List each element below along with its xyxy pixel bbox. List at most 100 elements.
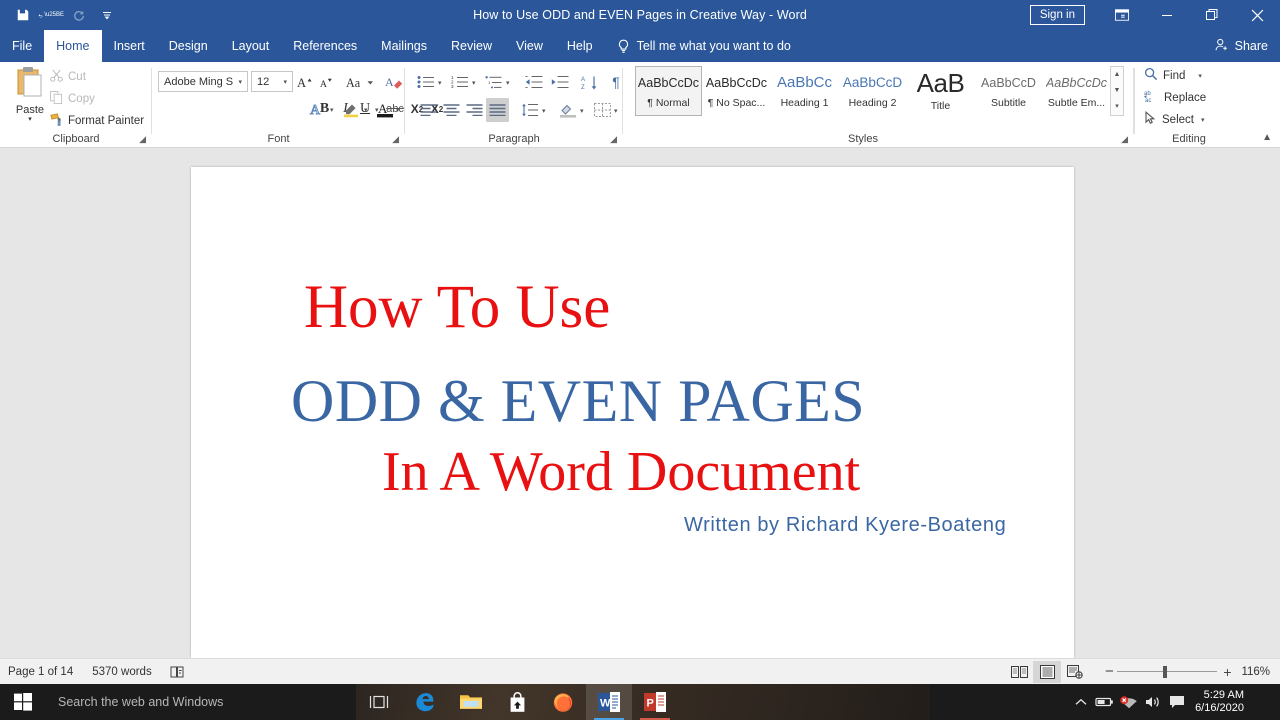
styles-dialog-launcher[interactable]: ◢ — [1121, 135, 1128, 144]
text-effects-icon[interactable]: A — [306, 98, 330, 120]
tab-mailings[interactable]: Mailings — [369, 30, 439, 62]
cut-button[interactable]: Cut — [50, 69, 86, 85]
redo-icon[interactable] — [66, 3, 92, 27]
select-button[interactable]: Select ▾ — [1144, 111, 1204, 128]
zoom-slider-handle[interactable] — [1163, 665, 1168, 678]
align-right-button[interactable] — [463, 99, 485, 121]
microsoft-powerpoint-taskbar-icon[interactable]: P — [632, 684, 678, 720]
styles-scroll-up-icon[interactable]: ▲ — [1114, 67, 1121, 83]
read-mode-view-button[interactable] — [1005, 661, 1033, 683]
numbering-icon[interactable]: 123 — [449, 71, 471, 93]
style-title[interactable]: AaB Title — [907, 66, 974, 116]
styles-scroll-down-icon[interactable]: ▼ — [1114, 83, 1121, 99]
sign-in-button[interactable]: Sign in — [1029, 4, 1085, 26]
web-layout-view-button[interactable] — [1061, 661, 1089, 683]
align-left-button[interactable] — [417, 99, 439, 121]
tab-view[interactable]: View — [504, 30, 555, 62]
style-subtitle[interactable]: AaBbCcD Subtitle — [975, 66, 1042, 116]
shading-icon[interactable] — [557, 99, 579, 121]
tell-me-search[interactable]: Tell me what you want to do — [605, 30, 791, 62]
volume-icon[interactable] — [1141, 684, 1165, 720]
decrease-indent-icon[interactable] — [522, 71, 546, 93]
microsoft-edge-taskbar-icon[interactable] — [402, 684, 448, 720]
zoom-in-button[interactable]: + — [1219, 664, 1235, 680]
font-size-dropdown-caret-icon[interactable]: ▾ — [278, 78, 292, 86]
zoom-level-label[interactable]: 116% — [1241, 666, 1270, 678]
styles-more-icon[interactable]: ▾ — [1115, 99, 1119, 115]
customize-quick-access-toolbar-icon[interactable] — [94, 3, 120, 27]
taskbar-search-input[interactable]: Search the web and Windows — [46, 684, 356, 720]
print-layout-view-button[interactable] — [1033, 660, 1062, 683]
restore-icon[interactable] — [1189, 0, 1234, 30]
firefox-taskbar-icon[interactable] — [540, 684, 586, 720]
styles-gallery-scrollbar[interactable]: ▲ ▼ ▾ — [1110, 66, 1124, 116]
file-explorer-taskbar-icon[interactable] — [448, 684, 494, 720]
font-size-input[interactable]: 12 ▾ — [251, 71, 293, 92]
document-page[interactable]: How To Use ODD & EVEN PAGES In A Word Do… — [191, 167, 1074, 658]
close-icon[interactable] — [1234, 0, 1280, 30]
multilevel-list-caret-icon[interactable]: ▾ — [506, 79, 510, 87]
clipboard-dialog-launcher[interactable]: ◢ — [139, 135, 146, 144]
font-dialog-launcher[interactable]: ◢ — [392, 135, 399, 144]
replace-button[interactable]: ab ac Replace — [1144, 89, 1206, 106]
style-normal[interactable]: AaBbCcDc ¶ Normal — [635, 66, 702, 116]
shrink-font-icon[interactable]: A — [318, 71, 338, 93]
taskbar-clock[interactable]: 5:29 AM 6/16/2020 — [1189, 689, 1252, 715]
zoom-out-button[interactable]: − — [1101, 663, 1117, 680]
center-button[interactable] — [440, 99, 462, 121]
show-hidden-icons-chevron-up-icon[interactable] — [1069, 684, 1093, 720]
paste-button[interactable]: Paste ▾ — [8, 66, 52, 123]
font-color-caret-icon[interactable]: ▾ — [396, 106, 400, 114]
page-number-status[interactable]: Page 1 of 14 — [8, 666, 73, 678]
paragraph-dialog-launcher[interactable]: ◢ — [610, 135, 617, 144]
style-heading-1[interactable]: AaBbCc Heading 1 — [771, 66, 838, 116]
shading-caret-icon[interactable]: ▾ — [580, 107, 584, 115]
copy-button[interactable]: Copy — [50, 91, 95, 107]
share-button[interactable]: Share — [1215, 30, 1268, 62]
tab-home[interactable]: Home — [44, 30, 102, 62]
style-subtle-emphasis[interactable]: AaBbCcDc Subtle Em... — [1043, 66, 1110, 116]
microsoft-word-taskbar-icon[interactable]: W — [586, 684, 632, 720]
tab-layout[interactable]: Layout — [220, 30, 282, 62]
action-center-icon[interactable] — [1165, 684, 1189, 720]
numbering-caret-icon[interactable]: ▾ — [472, 79, 476, 87]
zoom-slider[interactable] — [1117, 665, 1218, 679]
style-heading-2[interactable]: AaBbCcD Heading 2 — [839, 66, 906, 116]
sort-icon[interactable]: AZ — [579, 71, 601, 93]
borders-icon[interactable] — [591, 99, 613, 121]
text-highlight-color-icon[interactable] — [340, 98, 364, 120]
borders-caret-icon[interactable]: ▾ — [614, 107, 618, 115]
line-spacing-caret-icon[interactable]: ▾ — [542, 107, 546, 115]
justify-button[interactable] — [486, 98, 509, 122]
ribbon-display-options-icon[interactable] — [1099, 0, 1144, 30]
find-button[interactable]: Find ▾ — [1144, 67, 1202, 84]
proofing-errors-icon[interactable] — [170, 665, 185, 679]
task-view-button[interactable] — [356, 684, 402, 720]
document-canvas[interactable]: How To Use ODD & EVEN PAGES In A Word Do… — [0, 148, 1280, 658]
text-highlight-caret-icon[interactable]: ▾ — [364, 106, 368, 114]
word-count-status[interactable]: 5370 words — [92, 666, 151, 678]
font-color-icon[interactable]: A — [373, 98, 397, 120]
tab-help[interactable]: Help — [555, 30, 605, 62]
line-spacing-icon[interactable] — [519, 99, 541, 121]
find-dropdown-caret-icon[interactable]: ▾ — [1198, 72, 1202, 80]
tab-review[interactable]: Review — [439, 30, 504, 62]
microsoft-store-taskbar-icon[interactable] — [494, 684, 540, 720]
clear-formatting-icon[interactable]: A — [383, 71, 405, 93]
format-painter-button[interactable]: Format Painter — [50, 113, 144, 129]
tab-design[interactable]: Design — [157, 30, 220, 62]
style-no-spacing[interactable]: AaBbCcDc ¶ No Spac... — [703, 66, 770, 116]
save-icon[interactable] — [10, 3, 36, 27]
select-dropdown-caret-icon[interactable]: ▾ — [1201, 116, 1205, 124]
show-desktop-button[interactable] — [1252, 684, 1274, 720]
tab-insert[interactable]: Insert — [102, 30, 157, 62]
text-effects-caret-icon[interactable]: ▾ — [330, 106, 334, 114]
change-case-icon[interactable]: Aa — [344, 71, 376, 93]
bullets-caret-icon[interactable]: ▾ — [438, 79, 442, 87]
paste-dropdown-caret-icon[interactable]: ▾ — [28, 116, 32, 123]
multilevel-list-icon[interactable]: 1 — [483, 71, 505, 93]
grow-font-icon[interactable]: A — [296, 71, 316, 93]
bullets-icon[interactable] — [415, 71, 437, 93]
start-button[interactable] — [0, 684, 46, 720]
minimize-icon[interactable] — [1144, 0, 1189, 30]
